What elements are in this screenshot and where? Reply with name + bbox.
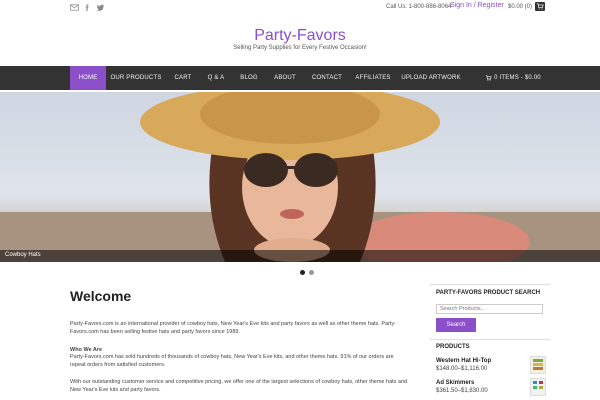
product-thumbnail[interactable] [530,356,546,374]
facebook-icon[interactable] [83,3,92,12]
nav-our-products[interactable]: OUR PRODUCTS [110,66,162,90]
social-links [70,3,105,12]
slider-dot-active[interactable] [300,270,305,275]
site-logo-text[interactable]: Party-Favors [0,27,600,45]
nav-blog[interactable]: BLOG [236,66,262,90]
search-input[interactable] [436,304,543,314]
slider-dot[interactable] [309,270,314,275]
nav-upload-artwork[interactable]: UPLOAD ARTWORK [400,66,462,90]
product-name[interactable]: Western Hat Hi-Top [436,358,491,364]
products-title: PRODUCTS [436,344,470,350]
nav-qa[interactable]: Q & A [203,66,229,90]
sign-in-link[interactable]: Sign In / Register [450,2,504,9]
call-us-text: Call Us: 1-800-886-8064 [386,4,452,10]
nav-about[interactable]: ABOUT [269,66,301,90]
cart-icon[interactable] [535,2,545,11]
mini-cart-total[interactable]: $0.00 (0) [508,4,532,10]
who-we-are-paragraph: Party-Favors.com has sold hundreds of th… [70,354,394,368]
nav-cart[interactable]: CART [170,66,196,90]
divider [430,284,550,285]
product-name[interactable]: Ad Skimmers [436,380,474,386]
site-tagline: Selling Party Supplies for Every Festive… [233,45,367,51]
email-icon[interactable] [70,3,79,12]
service-paragraph: With our outstanding customer service an… [70,379,408,393]
nav-contact[interactable]: CONTACT [309,66,345,90]
slider-caption: Cowboy Hats [5,252,41,258]
cart-summary-text: 0 ITEMS - $0.00 [494,75,541,81]
intro-paragraph: Party-Favors.com is an international pro… [70,321,397,335]
search-button[interactable]: Search [436,318,476,332]
product-search-title: PARTY-FAVORS PRODUCT SEARCH [436,290,541,296]
divider [430,339,550,340]
nav-home[interactable]: HOME [70,66,106,90]
slider-caption-bar [0,250,600,262]
product-price: $361.50–$1,830.00 [436,388,488,394]
nav-cart-summary[interactable]: 0 ITEMS - $0.00 [485,66,541,90]
cart-icon [485,75,492,81]
welcome-heading: Welcome [70,288,132,304]
product-price: $148.00–$1,116.00 [436,366,488,372]
product-thumbnail[interactable] [530,378,546,396]
twitter-icon[interactable] [96,3,105,12]
hero-slider-image[interactable] [0,92,600,262]
nav-affiliates[interactable]: AFFILIATES [352,66,394,90]
